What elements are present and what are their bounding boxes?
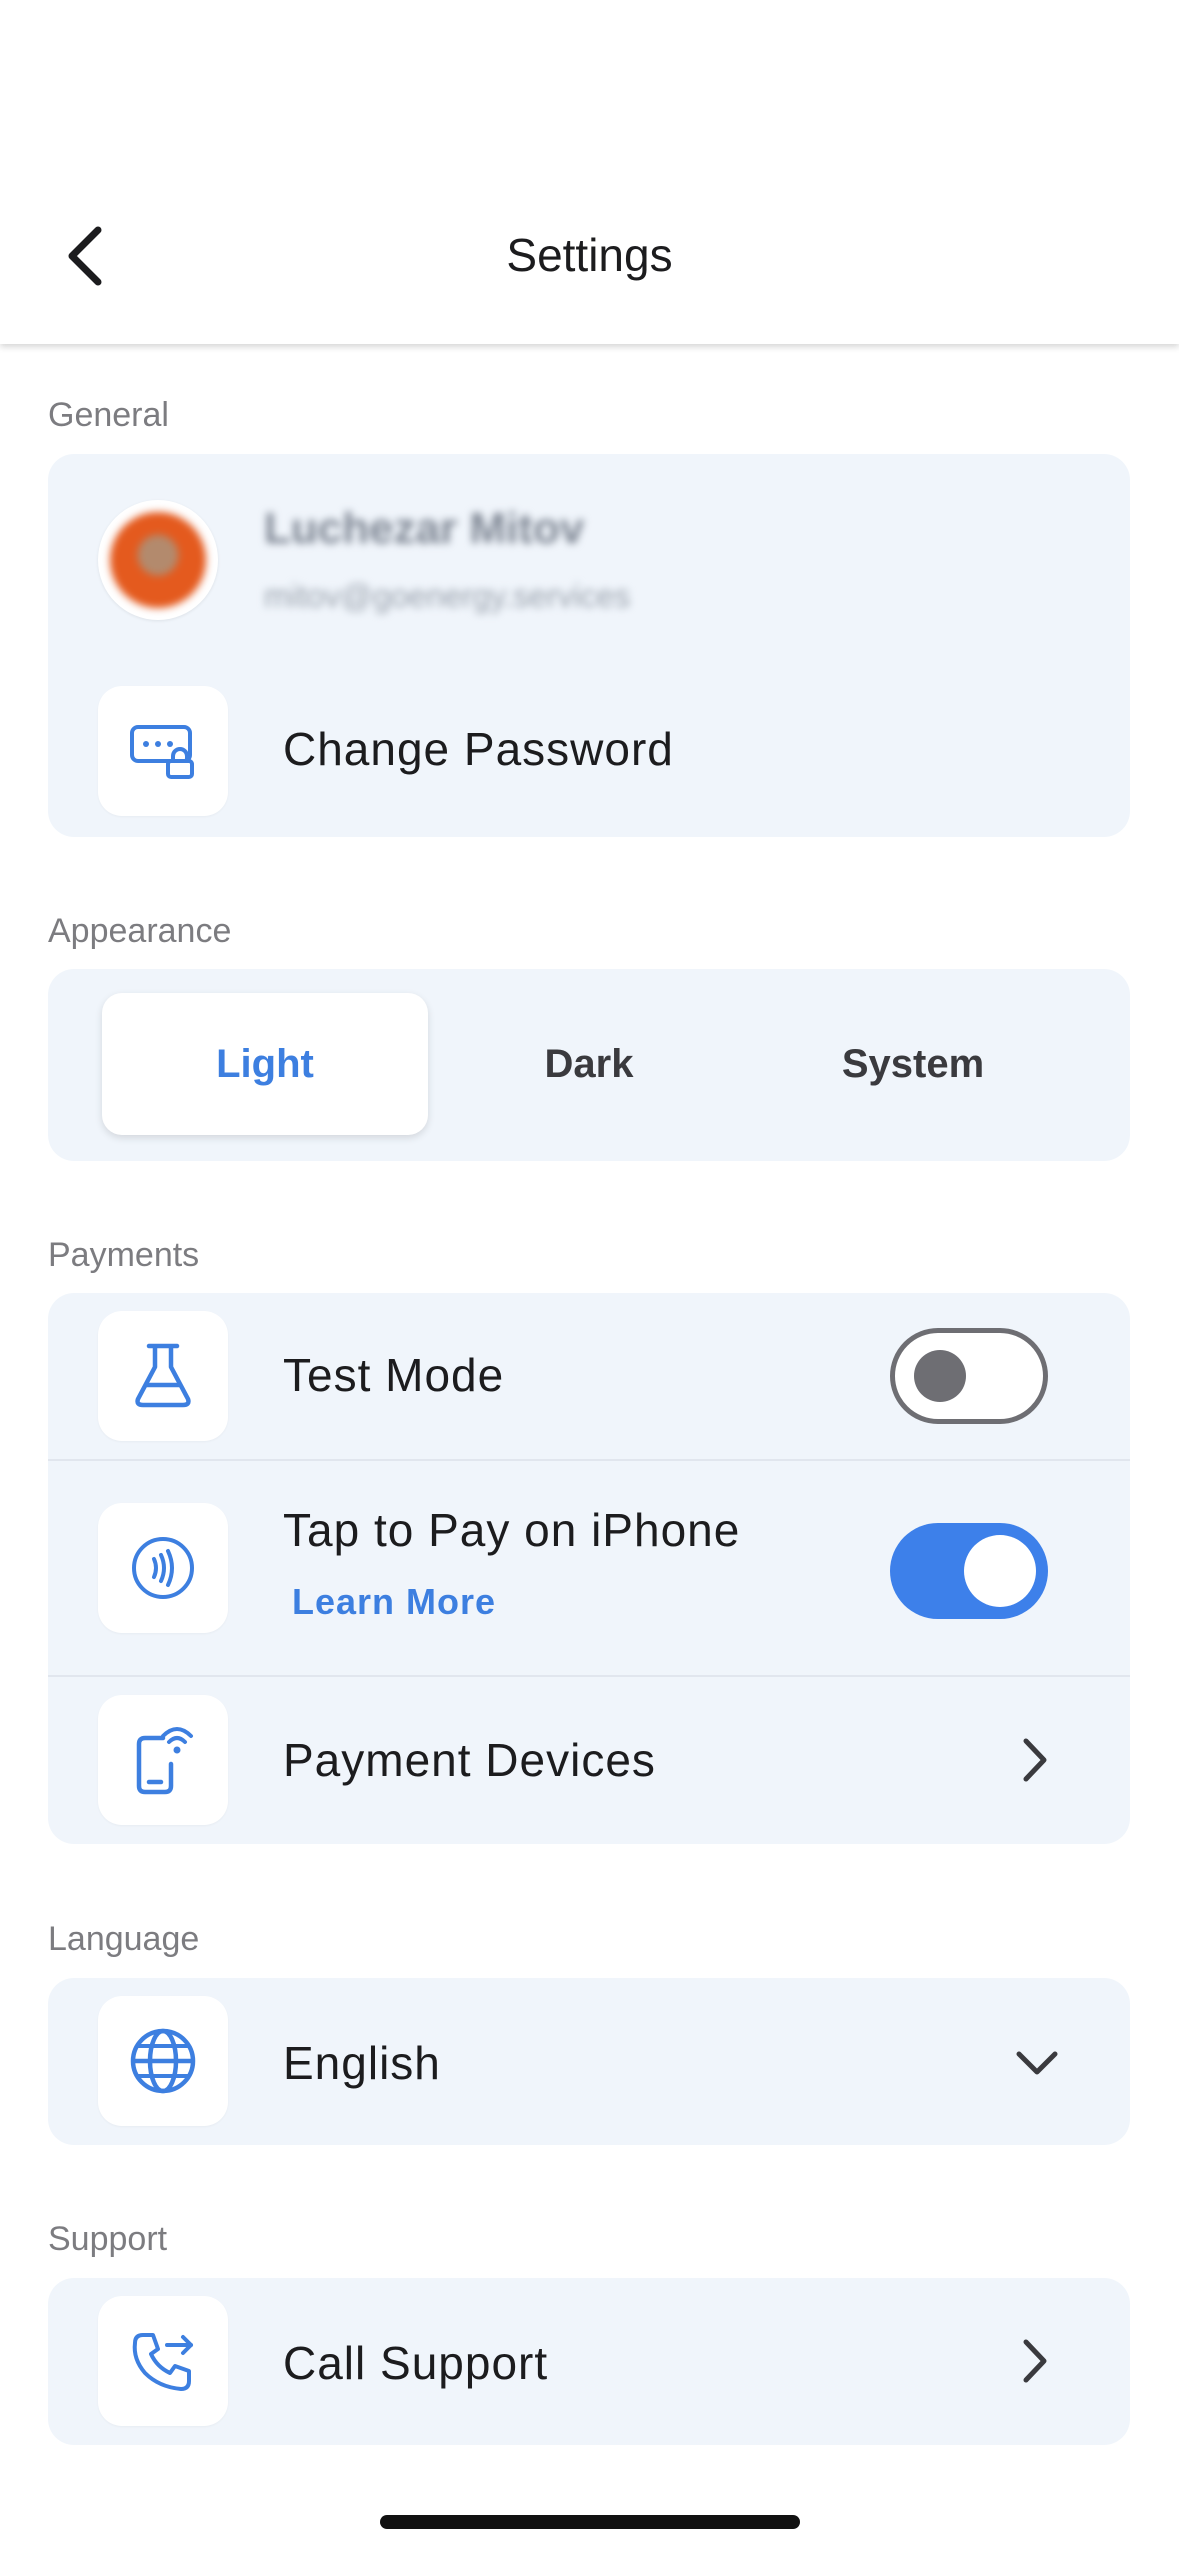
user-profile-row[interactable]: Luchezar Mitov mitov@goenergy.services: [48, 454, 1130, 664]
call-support-label: Call Support: [283, 2337, 549, 2389]
avatar: [98, 500, 218, 620]
language-icon-box: [98, 1996, 228, 2126]
call-support-row[interactable]: Call Support: [48, 2278, 1130, 2445]
page-title: Settings: [506, 229, 673, 281]
chevron-down-icon: [1012, 2038, 1062, 2088]
tap-to-pay-row: Tap to Pay on iPhone Learn More: [48, 1461, 1130, 1675]
change-password-icon-box: [98, 686, 228, 816]
section-label-support: Support: [48, 2220, 168, 2258]
learn-more-link[interactable]: Learn More: [292, 1581, 496, 1623]
tap-to-pay-label: Tap to Pay on iPhone: [283, 1504, 741, 1556]
support-card: Call Support: [48, 2278, 1130, 2445]
home-indicator: [380, 2515, 800, 2529]
section-label-appearance: Appearance: [48, 912, 232, 950]
appearance-option-light[interactable]: Light: [102, 993, 428, 1135]
language-card: English: [48, 1978, 1130, 2145]
section-label-general: General: [48, 396, 169, 434]
payment-devices-label: Payment Devices: [283, 1734, 656, 1786]
test-mode-label: Test Mode: [283, 1349, 505, 1401]
toggle-knob: [964, 1535, 1036, 1607]
chevron-right-icon: [1010, 2336, 1060, 2386]
test-mode-icon-box: [98, 1311, 228, 1441]
section-label-payments: Payments: [48, 1236, 200, 1274]
general-card: Luchezar Mitov mitov@goenergy.services C…: [48, 454, 1130, 837]
payment-devices-icon-box: [98, 1695, 228, 1825]
test-mode-row: Test Mode: [48, 1293, 1130, 1459]
contactless-icon: [132, 1537, 194, 1599]
phone-wireless-icon: [136, 1727, 193, 1795]
tap-to-pay-toggle[interactable]: [890, 1523, 1048, 1619]
appearance-segmented-control: Light Dark System: [48, 969, 1130, 1161]
globe-icon: [130, 2028, 196, 2094]
call-support-icon-box: [98, 2296, 228, 2426]
user-email: mitov@goenergy.services: [264, 578, 631, 614]
language-value: English: [283, 2037, 441, 2089]
appearance-option-dark[interactable]: Dark: [426, 993, 752, 1135]
appearance-option-system[interactable]: System: [750, 993, 1076, 1135]
flask-icon: [135, 1343, 191, 1408]
change-password-label: Change Password: [283, 723, 674, 775]
user-name: Luchezar Mitov: [264, 504, 585, 553]
test-mode-toggle[interactable]: [890, 1328, 1048, 1424]
toggle-knob: [914, 1350, 966, 1402]
section-label-language: Language: [48, 1920, 200, 1958]
change-password-row[interactable]: Change Password: [48, 664, 1130, 837]
tap-to-pay-icon-box: [98, 1503, 228, 1633]
avatar-image: [110, 512, 206, 608]
phone-call-icon: [132, 2333, 193, 2391]
payments-card: Test Mode Tap to Pay on iPhone Learn Mor…: [48, 1293, 1130, 1844]
chevron-right-icon: [1010, 1735, 1060, 1785]
password-lock-icon: [130, 725, 194, 779]
language-selector[interactable]: English: [48, 1978, 1130, 2145]
payment-devices-row[interactable]: Payment Devices: [48, 1677, 1130, 1844]
top-navigation-bar: Settings: [0, 0, 1179, 344]
